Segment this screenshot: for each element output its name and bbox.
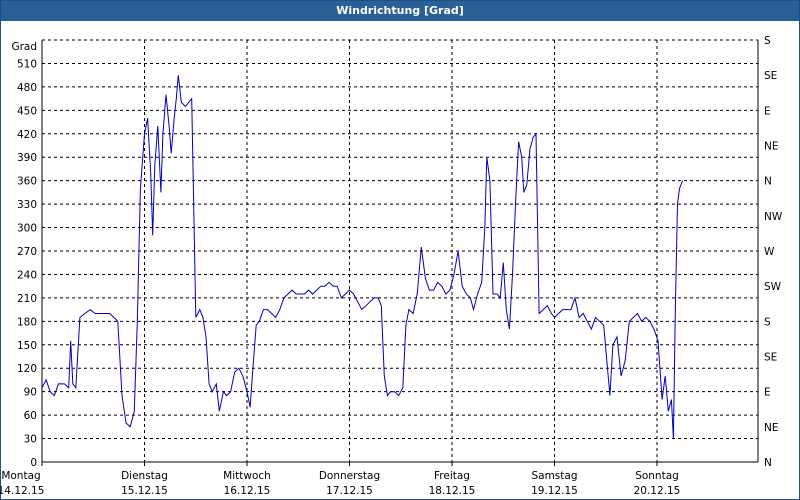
y-tick-label: 390 xyxy=(17,152,37,164)
y-tick-label: 480 xyxy=(17,82,37,94)
y-right-tick-label: N xyxy=(764,176,772,188)
x-tick-label-day: Sonntag xyxy=(635,470,679,482)
y-right-tick-label: S xyxy=(764,35,771,47)
x-tick-label-date: 16.12.15 xyxy=(224,485,271,497)
chart-canvas: 0 30 60 90 120 150 180 210 240 270 300 330 360 390 420… xyxy=(0,35,783,497)
y-tick-label: 420 xyxy=(17,129,37,141)
x-tick-label-day: Mittwoch xyxy=(223,470,271,482)
x-tick-label-date: 19.12.15 xyxy=(531,485,578,497)
y-tick-label: 210 xyxy=(17,293,37,305)
y-right-tick-label: N xyxy=(764,457,772,469)
x-tick-label-day: Freitag xyxy=(434,470,470,482)
x-tick-label-date: 18.12.15 xyxy=(429,485,476,497)
y-right-tick-label: SW xyxy=(764,281,782,293)
x-tick-label-day: Dienstag xyxy=(121,470,168,482)
x-tick-label-day: Samstag xyxy=(531,470,577,482)
y-tick-label: 180 xyxy=(17,316,37,328)
x-tick-label-day: Montag xyxy=(1,470,40,482)
y-right-tick-label: NE xyxy=(764,422,779,434)
y-tick-label: 450 xyxy=(17,105,37,117)
y-right-tick-label: SE xyxy=(764,70,777,82)
y-right-tick-label: NW xyxy=(764,211,783,223)
y-tick-label: 60 xyxy=(24,410,37,422)
y-tick-label: 90 xyxy=(24,387,37,399)
y-axis-label: Grad xyxy=(11,41,37,53)
x-tick-label-day: Donnerstag xyxy=(319,470,380,482)
y-right-tick-label: SE xyxy=(764,352,777,364)
y-tick-label: 360 xyxy=(17,176,37,188)
y-tick-label: 300 xyxy=(17,223,37,235)
y-tick-label: 270 xyxy=(17,246,37,258)
y-right-tick-label: E xyxy=(764,105,771,117)
y-right-tick-label: E xyxy=(764,387,771,399)
x-tick-label-date: 14.12.15 xyxy=(0,485,44,497)
y-tick-label: 240 xyxy=(17,269,37,281)
y-tick-label: 150 xyxy=(17,340,37,352)
x-tick-label-date: 17.12.15 xyxy=(326,485,373,497)
y-tick-label: 330 xyxy=(17,199,37,211)
y-right-tick-label: S xyxy=(764,316,771,328)
y-tick-label: 510 xyxy=(17,58,37,70)
series-line-wind-direction xyxy=(41,75,684,439)
x-tick-label-date: 20.12.15 xyxy=(634,485,681,497)
y-tick-label: 120 xyxy=(17,363,37,375)
y-right-tick-label: NE xyxy=(764,141,779,153)
y-right-tick-label: W xyxy=(764,246,775,258)
x-tick-label-date: 15.12.15 xyxy=(121,485,168,497)
y-tick-label: 0 xyxy=(30,457,37,469)
y-tick-label: 30 xyxy=(24,434,37,446)
